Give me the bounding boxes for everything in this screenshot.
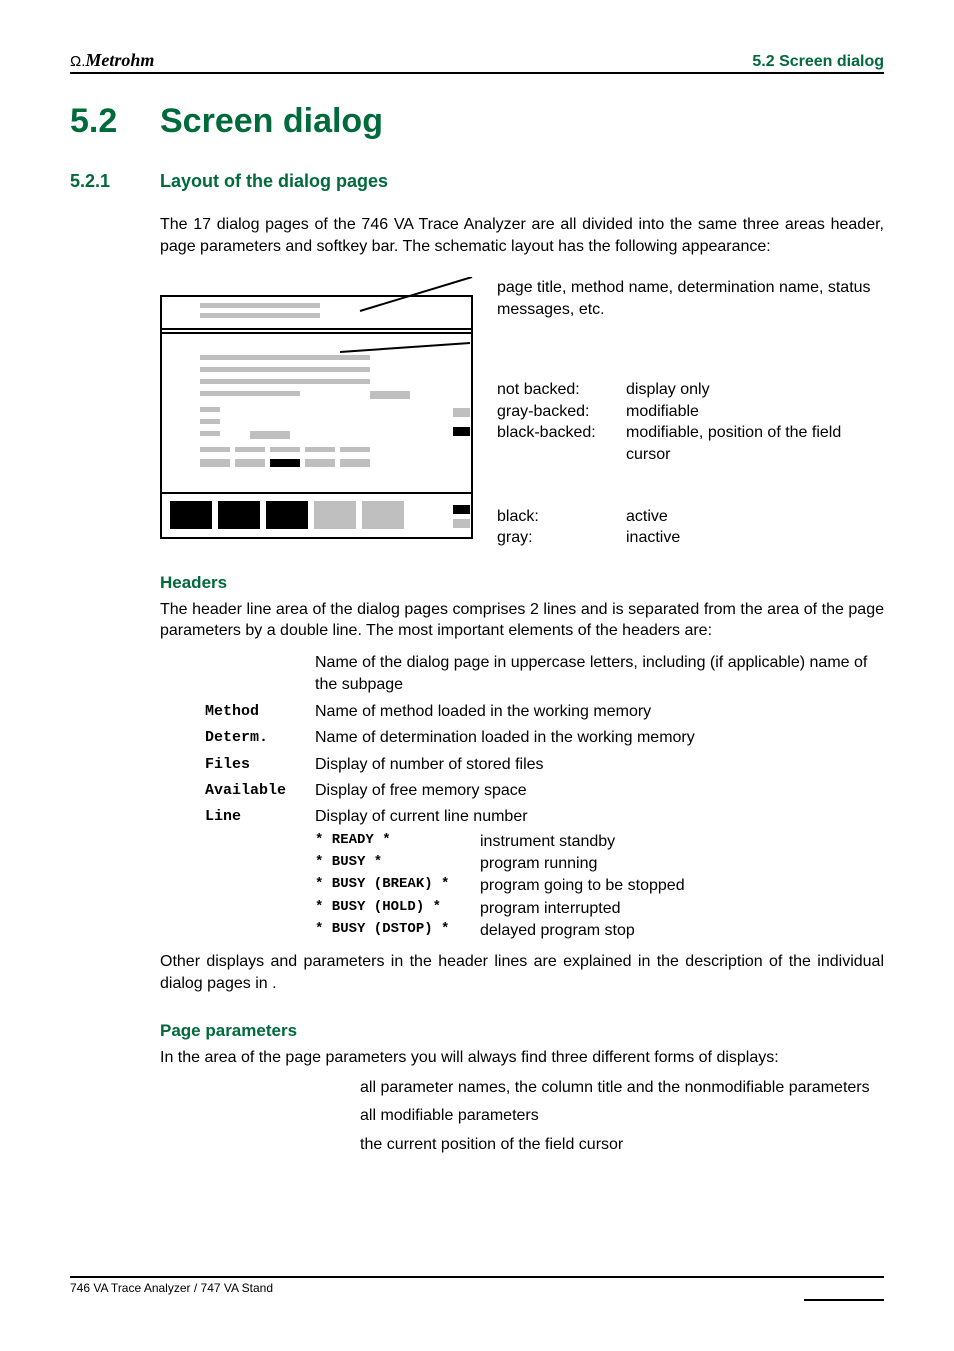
headers-subhead: Headers bbox=[160, 573, 884, 593]
section-heading: 5.2Screen dialog bbox=[70, 102, 884, 141]
brand-name: Metrohm bbox=[85, 50, 154, 70]
def-desc-3: Display of number of stored files bbox=[315, 754, 884, 776]
param-backing-desc-1: modifiable bbox=[626, 401, 699, 423]
status-desc-0: instrument standby bbox=[480, 831, 615, 853]
status-code-3: * BUSY (HOLD) * bbox=[315, 898, 480, 920]
softkey-color-desc-1: inactive bbox=[626, 527, 680, 549]
schematic-drawing bbox=[160, 277, 473, 539]
def-term-1: Method bbox=[160, 701, 315, 723]
page-footer: 746 VA Trace Analyzer / 747 VA Stand bbox=[0, 1276, 954, 1295]
status-code-2: * BUSY (BREAK) * bbox=[315, 875, 480, 897]
param-backing-label-2: black-backed: bbox=[497, 422, 612, 465]
status-desc-2: program going to be stopped bbox=[480, 875, 685, 897]
param-backing-label-1: gray-backed: bbox=[497, 401, 612, 423]
status-code-4: * BUSY (DSTOP) * bbox=[315, 920, 480, 942]
brand: Ω.Metrohm bbox=[70, 50, 154, 71]
def-desc-1: Name of method loaded in the working mem… bbox=[315, 701, 884, 723]
status-code-1: * BUSY * bbox=[315, 853, 480, 875]
footer-text: 746 VA Trace Analyzer / 747 VA Stand bbox=[70, 1276, 884, 1295]
display-forms-list: all parameter names, the column title an… bbox=[360, 1077, 884, 1156]
header-defs-table: Name of the dialog page in uppercase let… bbox=[160, 650, 884, 831]
display-form-2: the current position of the field cursor bbox=[360, 1134, 884, 1156]
def-term-4: Available bbox=[160, 780, 315, 802]
section-title: Screen dialog bbox=[160, 102, 383, 140]
section-number: 5.2 bbox=[70, 102, 160, 141]
running-header: Ω.Metrohm 5.2 Screen dialog bbox=[70, 50, 884, 74]
status-code-0: * READY * bbox=[315, 831, 480, 853]
page-params-paragraph: In the area of the page parameters you w… bbox=[160, 1047, 884, 1069]
param-backing-label-0: not backed: bbox=[497, 379, 612, 401]
subsection-title: Layout of the dialog pages bbox=[160, 171, 388, 191]
headers-after-paragraph: Other displays and parameters in the hea… bbox=[160, 951, 884, 996]
brand-prefix: Ω. bbox=[70, 53, 85, 70]
def-term-5: Line bbox=[160, 806, 315, 828]
running-section-title: 5.2 Screen dialog bbox=[752, 53, 884, 71]
def-desc-4: Display of free memory space bbox=[315, 780, 884, 802]
param-backing-desc-0: display only bbox=[626, 379, 710, 401]
intro-paragraph: The 17 dialog pages of the 746 VA Trace … bbox=[160, 214, 884, 257]
def-term-0 bbox=[160, 652, 315, 697]
subsection-number: 5.2.1 bbox=[70, 171, 160, 192]
softkey-color-label-1: gray: bbox=[497, 527, 612, 549]
softkey-color-desc-0: active bbox=[626, 506, 668, 528]
status-desc-3: program interrupted bbox=[480, 898, 621, 920]
display-form-0: all parameter names, the column title an… bbox=[360, 1077, 884, 1099]
status-desc-4: delayed program stop bbox=[480, 920, 635, 942]
def-desc-2: Name of determination loaded in the work… bbox=[315, 727, 884, 749]
headers-paragraph: The header line area of the dialog pages… bbox=[160, 599, 884, 642]
display-form-1: all modifiable parameters bbox=[360, 1105, 884, 1127]
header-area-annotation: page title, method name, determination n… bbox=[497, 279, 871, 318]
page-params-subhead: Page parameters bbox=[160, 1021, 884, 1041]
annotation-column: page title, method name, determination n… bbox=[497, 277, 884, 557]
status-messages-list: * READY *instrument standby * BUSY *prog… bbox=[315, 831, 884, 943]
def-term-2: Determ. bbox=[160, 727, 315, 749]
def-term-3: Files bbox=[160, 754, 315, 776]
status-desc-1: program running bbox=[480, 853, 597, 875]
def-desc-5: Display of current line number bbox=[315, 806, 884, 828]
softkey-color-label-0: black: bbox=[497, 506, 612, 528]
def-desc-0: Name of the dialog page in uppercase let… bbox=[315, 652, 884, 697]
footer-corner-rule bbox=[804, 1299, 884, 1301]
schematic-figure: page title, method name, determination n… bbox=[160, 277, 884, 557]
subsection-heading: 5.2.1Layout of the dialog pages bbox=[70, 171, 884, 192]
param-backing-desc-2: modifiable, position of the field cursor bbox=[626, 422, 884, 465]
